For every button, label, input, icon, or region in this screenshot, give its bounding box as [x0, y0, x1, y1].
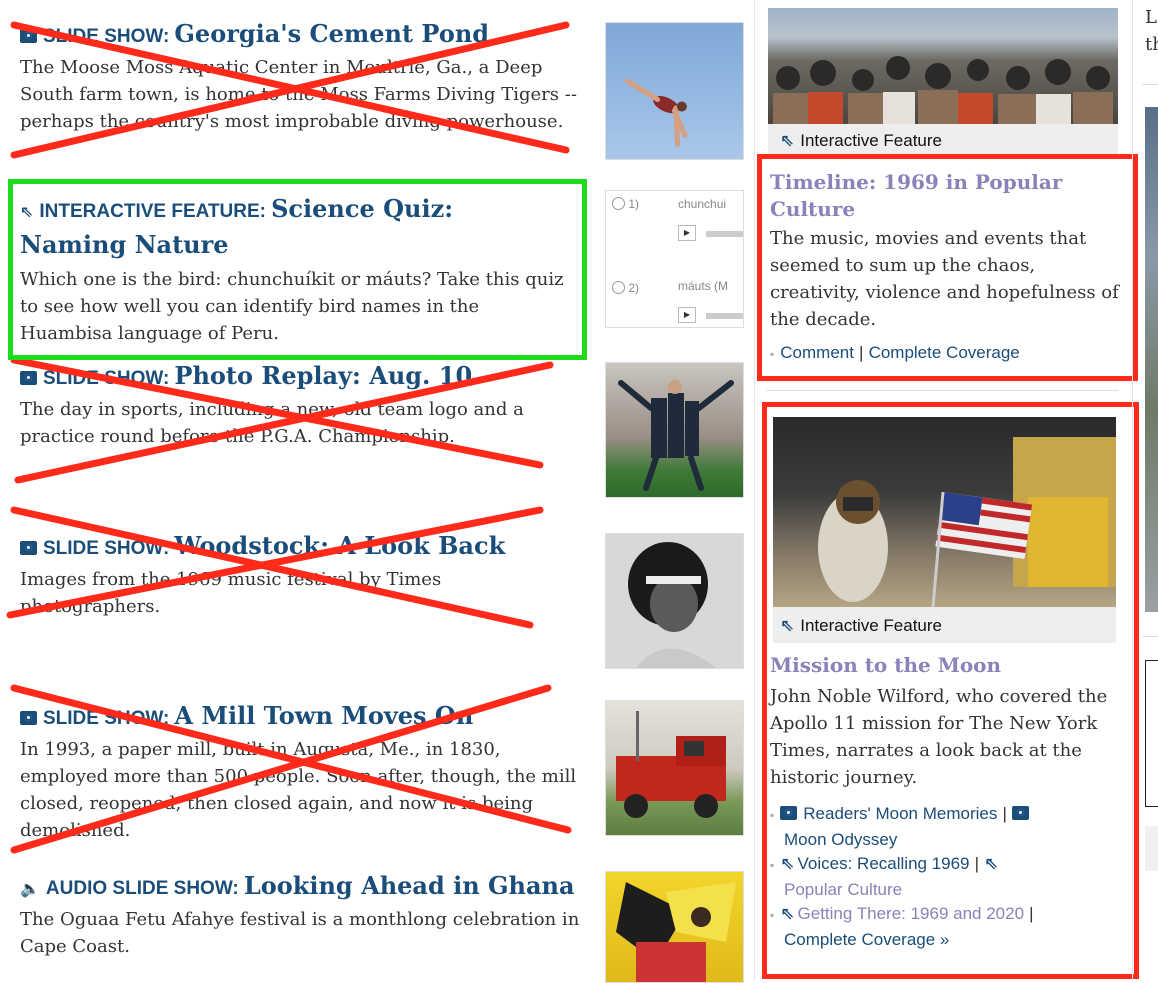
quiz-option-label: chunchui	[678, 197, 727, 211]
edge-box	[1145, 660, 1158, 807]
quiz-option-number: 1)	[628, 197, 640, 211]
highlight-box-green	[8, 179, 587, 360]
column-divider	[1132, 0, 1133, 981]
highlight-box-red	[757, 154, 1138, 381]
audio-progress	[706, 313, 743, 319]
interactive-arrow-icon: ⇖	[780, 131, 795, 151]
crowd-image	[773, 56, 1113, 124]
edge-text-line: th	[1145, 34, 1158, 55]
edge-divider	[1142, 636, 1158, 637]
play-icon[interactable]: ▶	[678, 307, 696, 323]
ghana-thumbnail[interactable]	[605, 871, 744, 983]
quiz-thumbnail[interactable]: 1) chunchui ▶ 2) máuts (M ▶	[605, 190, 744, 328]
play-icon[interactable]: ▶	[678, 225, 696, 241]
edge-text: L th	[1145, 4, 1158, 58]
highlight-box-red	[762, 402, 1139, 979]
diver-image	[625, 78, 688, 147]
radio-option-1[interactable]	[612, 197, 625, 210]
edge-text-line: L	[1145, 7, 1157, 28]
edge-image[interactable]	[1145, 107, 1158, 612]
sports-thumbnail[interactable]	[605, 362, 744, 498]
woodstock-crowd-image[interactable]	[768, 8, 1118, 124]
radio-option-2[interactable]	[612, 281, 625, 294]
truck-image	[616, 711, 726, 818]
audio-progress	[706, 231, 743, 237]
woodstock-image	[628, 542, 716, 668]
column-divider	[754, 0, 755, 981]
edge-panel	[1145, 826, 1158, 871]
feature-caption[interactable]: ⇖ Interactive Feature	[780, 131, 942, 151]
truck-thumbnail[interactable]	[605, 700, 744, 836]
quiz-option-label: máuts (M	[678, 279, 729, 293]
strike-overlay	[6, 21, 572, 854]
diver-thumbnail[interactable]	[605, 22, 744, 160]
quiz-option-number: 2)	[628, 281, 640, 295]
feature-label: Interactive Feature	[800, 131, 942, 150]
sports-image	[618, 380, 734, 491]
edge-divider	[1142, 84, 1158, 85]
woodstock-thumbnail[interactable]	[605, 533, 744, 669]
section-divider	[766, 390, 1118, 391]
ghana-image	[616, 882, 736, 982]
